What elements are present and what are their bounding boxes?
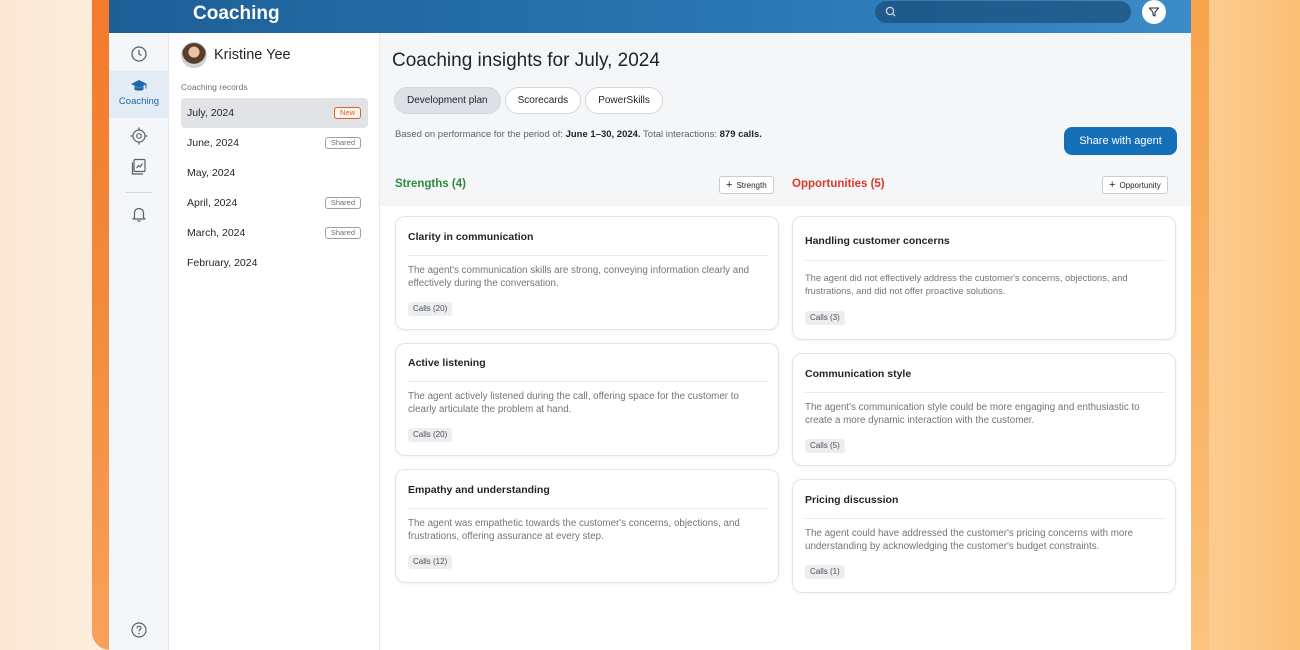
record-item[interactable]: July, 2024 New: [181, 98, 368, 128]
opportunities-heading: Opportunities (5): [792, 178, 885, 190]
card-title: Active listening: [408, 357, 486, 369]
rail-divider: [126, 192, 152, 193]
card-description: The agent's communication skills are str…: [408, 265, 750, 289]
tab-scorecards[interactable]: Scorecards: [504, 87, 582, 114]
card-divider: [408, 381, 768, 382]
calls-badge[interactable]: Calls (12): [408, 555, 453, 569]
nav-goals[interactable]: [109, 127, 169, 149]
card-description: The agent's communication style could be…: [805, 402, 1140, 426]
record-label: May, 2024: [187, 167, 236, 179]
record-label: June, 2024: [187, 137, 239, 149]
page-title: Coaching insights for July, 2024: [392, 50, 660, 71]
target-icon: [130, 127, 148, 145]
bell-icon: [132, 207, 146, 222]
card-divider: [805, 518, 1165, 519]
strength-card[interactable]: Empathy and understanding The agent was …: [395, 469, 779, 583]
calls-badge[interactable]: Calls (20): [408, 302, 453, 316]
nav-rail: Coaching: [109, 33, 169, 650]
record-item[interactable]: March, 2024 Shared: [181, 218, 368, 248]
add-opportunity-button[interactable]: + Opportunity: [1102, 176, 1168, 194]
top-bar: Coaching: [109, 0, 1191, 33]
card-title: Communication style: [805, 368, 912, 380]
reports-icon: [131, 158, 146, 175]
period-summary: Based on performance for the period of: …: [395, 129, 762, 140]
calls-badge[interactable]: Calls (5): [805, 439, 845, 453]
card-divider: [805, 392, 1165, 393]
record-item[interactable]: April, 2024 Shared: [181, 188, 368, 218]
status-badge: Shared: [324, 137, 361, 149]
opportunity-card[interactable]: Pricing discussion The agent could have …: [792, 479, 1176, 593]
strengths-heading: Strengths (4): [395, 178, 466, 190]
card-divider: [408, 255, 768, 256]
opportunity-card[interactable]: Handling customer concerns The agent did…: [792, 216, 1176, 340]
card-title: Pricing discussion: [805, 494, 899, 506]
tab-development-plan[interactable]: Development plan: [394, 87, 501, 114]
interactions-value: 879 calls.: [719, 129, 762, 140]
nav-coaching-label: Coaching: [118, 96, 160, 107]
nav-notifications[interactable]: [109, 205, 169, 227]
record-label: March, 2024: [187, 227, 246, 239]
search-icon: [885, 6, 896, 17]
card-divider: [408, 508, 768, 509]
card-divider: [805, 260, 1165, 261]
interactions-prefix: Total interactions:: [643, 129, 717, 140]
card-description: The agent was empathetic towards the cus…: [408, 518, 740, 542]
status-badge: Shared: [324, 197, 361, 209]
calls-badge[interactable]: Calls (3): [805, 311, 845, 325]
add-strength-label: Strength: [736, 180, 767, 190]
strength-card[interactable]: Active listening The agent actively list…: [395, 343, 779, 456]
record-item[interactable]: February, 2024: [181, 248, 368, 278]
status-badge: Shared: [324, 227, 361, 239]
record-item[interactable]: June, 2024 Shared: [181, 128, 368, 158]
nav-history[interactable]: [109, 45, 169, 67]
avatar: [181, 42, 207, 68]
plus-icon: +: [726, 179, 733, 191]
device-frame-left: [92, 0, 110, 650]
card-title: Clarity in communication: [408, 231, 534, 243]
tab-bar: Development plan Scorecards PowerSkills: [394, 87, 663, 114]
nav-reports[interactable]: [109, 158, 169, 180]
record-label: April, 2024: [187, 197, 238, 209]
search-input[interactable]: [875, 1, 1131, 23]
record-label: July, 2024: [187, 107, 235, 119]
card-description: The agent actively listened during the c…: [408, 391, 739, 415]
strength-card[interactable]: Clarity in communication The agent's com…: [395, 216, 779, 330]
tab-powerskills[interactable]: PowerSkills: [585, 87, 663, 114]
add-opportunity-label: Opportunity: [1119, 180, 1161, 190]
insights-area: Clarity in communication The agent's com…: [380, 206, 1191, 650]
nav-coaching[interactable]: Coaching: [109, 71, 169, 118]
card-description: The agent could have addressed the custo…: [805, 528, 1134, 552]
app-window: Coaching Coaching Kristine Yee Coaching …: [109, 0, 1191, 650]
nav-help[interactable]: [109, 621, 169, 643]
device-frame-right: [1191, 0, 1209, 650]
history-icon: [131, 46, 147, 62]
app-title: Coaching: [193, 3, 280, 24]
period-prefix: Based on performance for the period of:: [395, 129, 563, 140]
share-with-agent-button[interactable]: Share with agent: [1064, 127, 1177, 155]
help-icon: [131, 622, 147, 638]
card-title: Handling customer concerns: [805, 235, 950, 247]
calls-badge[interactable]: Calls (1): [805, 565, 845, 579]
plus-icon: +: [1109, 179, 1116, 191]
record-item[interactable]: May, 2024: [181, 158, 368, 188]
main-panel: Coaching insights for July, 2024 Develop…: [380, 33, 1191, 650]
filter-icon: [1148, 7, 1160, 17]
card-title: Empathy and understanding: [408, 484, 550, 496]
records-heading: Coaching records: [181, 82, 248, 92]
coaching-cap-icon: [131, 80, 147, 91]
calls-badge[interactable]: Calls (20): [408, 428, 453, 442]
filter-button[interactable]: [1142, 0, 1166, 24]
agent-name: Kristine Yee: [214, 47, 291, 63]
add-strength-button[interactable]: + Strength: [719, 176, 774, 194]
coaching-records-panel: Kristine Yee Coaching records July, 2024…: [169, 33, 380, 650]
record-label: February, 2024: [187, 257, 258, 269]
period-range: June 1–30, 2024.: [565, 129, 641, 140]
status-badge: New: [333, 107, 361, 119]
card-description: The agent did not effectively address th…: [805, 273, 1128, 296]
opportunity-card[interactable]: Communication style The agent's communic…: [792, 353, 1176, 466]
